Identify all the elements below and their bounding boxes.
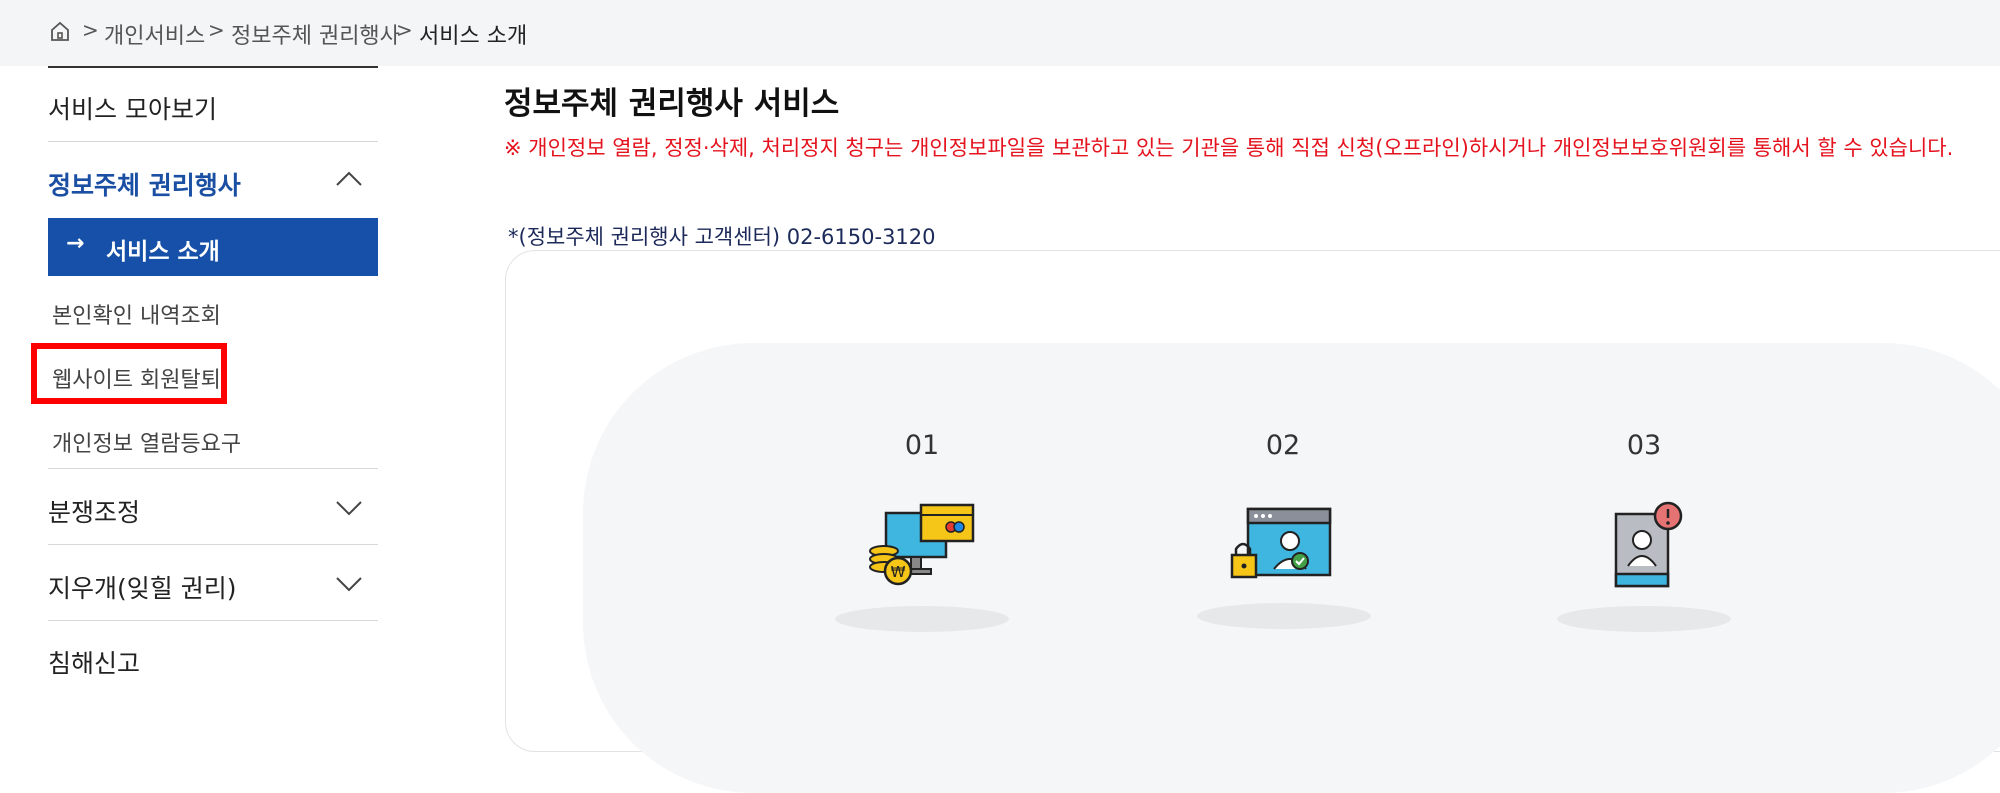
sidebar-divider — [48, 544, 378, 545]
chevron-up-icon[interactable] — [335, 170, 363, 188]
breadcrumb-separator: > — [82, 18, 99, 42]
page-title: 정보주체 권리행사 서비스 — [504, 86, 840, 122]
chevron-down-icon[interactable] — [335, 499, 363, 517]
sidebar-item-eraser[interactable]: 지우개(잊힐 권리) — [48, 569, 378, 605]
highlight-box — [31, 343, 227, 404]
sidebar-sub-item-service-intro[interactable]: → 서비스 소개 — [48, 218, 378, 276]
home-icon[interactable] — [48, 19, 72, 43]
sidebar-item-rights[interactable]: 정보주체 권리행사 — [48, 166, 378, 202]
icon-shadow — [835, 606, 1009, 632]
breadcrumb: > 개인서비스 > 정보주체 권리행사 > 서비스 소개 — [0, 0, 2000, 66]
breadcrumb-item-rights[interactable]: 정보주체 권리행사 — [231, 18, 400, 50]
id-card-alert-icon — [1614, 501, 1683, 588]
sidebar-divider — [48, 620, 378, 621]
notice-text: ※ 개인정보 열람, 정정·삭제, 처리정지 청구는 개인정보파일을 보관하고 … — [504, 136, 1954, 160]
sidebar-item-service-overview[interactable]: 서비스 모아보기 — [48, 90, 378, 126]
sidebar-sub-item-label: 서비스 소개 — [106, 239, 220, 265]
step-number: 02 — [1265, 430, 1301, 461]
sidebar-sub-item-access-request[interactable]: 개인정보 열람등요구 — [52, 426, 241, 458]
icon-shadow — [1557, 606, 1731, 632]
browser-lock-user-icon — [1230, 507, 1332, 579]
customer-center-phone: *(정보주체 권리행사 고객센터) 02-6150-3120 — [508, 225, 936, 249]
sidebar-divider — [48, 468, 378, 469]
sidebar-item-report[interactable]: 침해신고 — [48, 644, 378, 680]
step-number: 01 — [904, 430, 940, 461]
sidebar-sub-item-identity-history[interactable]: 본인확인 내역조회 — [52, 298, 221, 330]
step-number: 03 — [1626, 430, 1662, 461]
arrow-right-icon: → — [66, 231, 85, 256]
chevron-down-icon[interactable] — [335, 575, 363, 593]
breadcrumb-separator: > — [208, 18, 225, 42]
sidebar-divider — [48, 141, 378, 142]
sidebar-top-line — [48, 66, 378, 68]
breadcrumb-separator: > — [396, 18, 413, 42]
icon-shadow — [1197, 603, 1371, 629]
breadcrumb-item-personal-service[interactable]: 개인서비스 — [104, 18, 205, 50]
svg-text:₩: ₩ — [891, 563, 906, 581]
sidebar-item-dispute[interactable]: 분쟁조정 — [48, 493, 378, 529]
breadcrumb-item-current: 서비스 소개 — [419, 24, 528, 49]
computer-money-icon: ₩ — [869, 503, 975, 586]
